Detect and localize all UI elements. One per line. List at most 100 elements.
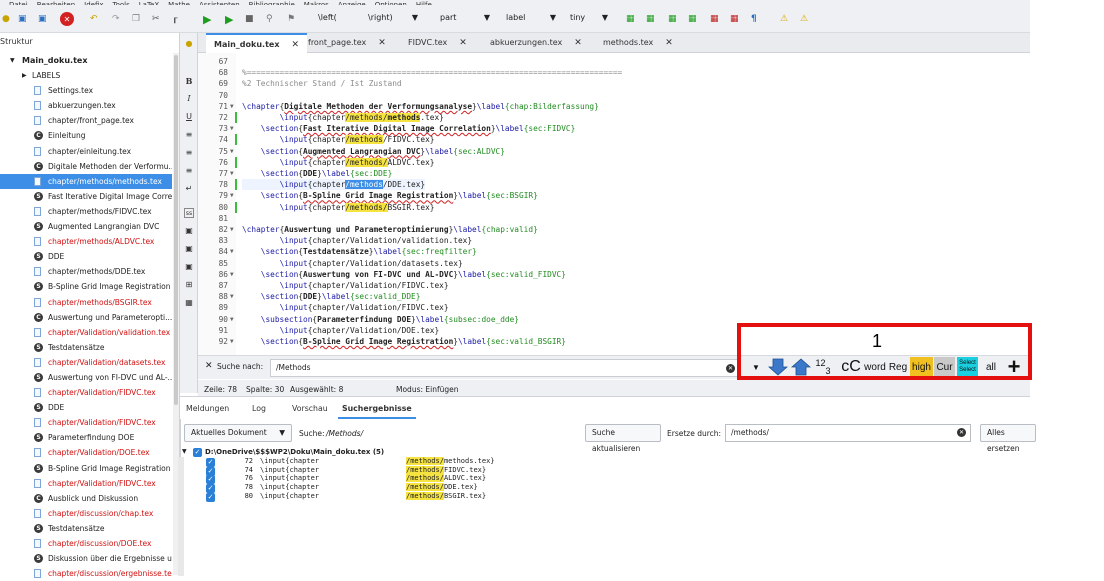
- table-delete-icon[interactable]: ▦: [710, 12, 719, 26]
- part-combo[interactable]: part ▼: [440, 13, 490, 25]
- result-checkbox[interactable]: ✓: [206, 475, 215, 485]
- tree-item[interactable]: S Fast Iterative Digital Image Corre...: [0, 189, 172, 204]
- replace-input[interactable]: /methods/ ✕: [725, 424, 971, 442]
- copy-icon[interactable]: ❐: [132, 12, 140, 26]
- tree-item[interactable]: S DDE: [0, 400, 172, 415]
- bold-icon[interactable]: B: [184, 76, 194, 86]
- table-cell-icon[interactable]: ▦: [688, 12, 697, 26]
- result-checkbox[interactable]: ✓: [206, 484, 215, 494]
- warning-icon[interactable]: ⚠: [780, 12, 788, 26]
- tree-item[interactable]: chapter/methods/FIDVC.tex: [0, 204, 172, 219]
- fold-icon[interactable]: ▼: [230, 248, 234, 255]
- find-input[interactable]: /Methods ✕: [270, 359, 740, 377]
- close-tab-icon[interactable]: ✕: [459, 38, 467, 48]
- table-delete-row-icon[interactable]: ▦: [730, 12, 739, 26]
- code-line[interactable]: \input{chapter/methods/BSGIR.tex}: [242, 202, 435, 213]
- code-line[interactable]: \subsection{Parameterfindung DOE}\label{…: [242, 314, 519, 325]
- view-pdf-icon[interactable]: ⚲: [266, 12, 273, 26]
- close-tab-icon[interactable]: ✕: [291, 40, 299, 50]
- result-checkbox[interactable]: ✓: [206, 466, 215, 476]
- tree-item[interactable]: chapter/Validation/DOE.tex: [0, 445, 172, 460]
- size-combo[interactable]: tiny ▼: [570, 13, 608, 25]
- result-row[interactable]: 74 \input{chapter/methods/FIDVC.tex}: [228, 465, 486, 475]
- code-line[interactable]: \input{chapter/methods/DDE.tex}: [242, 179, 426, 191]
- code-line[interactable]: \input{chapter/methods/FIDVC.tex}: [242, 134, 435, 145]
- tree-item[interactable]: C Digitale Methoden der Verformu...: [0, 159, 172, 174]
- code-line[interactable]: \input{chapter/Validation/DOE.tex}: [242, 325, 440, 336]
- result-checkbox[interactable]: ✓: [206, 458, 215, 467]
- refresh-search-button[interactable]: Suche aktualisieren: [585, 424, 661, 453]
- code-line[interactable]: \section{B-Spline Grid Image Registratio…: [242, 336, 566, 347]
- code-line[interactable]: \section{DDE}\label{sec:DDE}: [242, 168, 392, 179]
- clear-find-icon[interactable]: ✕: [726, 364, 735, 373]
- tree-item[interactable]: S Testdatensätze: [0, 521, 172, 536]
- underline-icon[interactable]: U: [184, 112, 194, 122]
- tree-item[interactable]: abkuerzungen.tex: [0, 98, 172, 113]
- close-tab-icon[interactable]: ✕: [665, 38, 673, 48]
- tree-item[interactable]: chapter/methods/BSGIR.tex: [0, 295, 172, 310]
- tree-item[interactable]: Settings.tex: [0, 83, 172, 98]
- code-line[interactable]: \section{B-Spline Grid Image Registratio…: [242, 190, 538, 201]
- tree-item[interactable]: chapter/einleitung.tex: [0, 144, 172, 159]
- bookmark-icon[interactable]: ⚑: [287, 12, 295, 26]
- small-caps-icon[interactable]: ss: [184, 208, 194, 218]
- tree-item[interactable]: S Diskussion über die Ergebnisse u...: [0, 551, 172, 566]
- tree-item[interactable]: chapter/Validation/datasets.tex: [0, 355, 172, 370]
- fold-icon[interactable]: ▼: [230, 338, 234, 345]
- paragraph-icon[interactable]: ¶: [751, 12, 757, 26]
- fold-icon[interactable]: ▼: [230, 226, 234, 233]
- tree-item[interactable]: C Einleitung: [0, 128, 172, 143]
- align-left-icon[interactable]: ≡: [184, 130, 194, 140]
- code-line[interactable]: \input{chapter/Validation/validation.tex…: [242, 235, 472, 246]
- table-icon[interactable]: ▦: [626, 12, 635, 26]
- tab-main-doku[interactable]: Main_doku.tex ✕: [206, 33, 308, 53]
- result-row[interactable]: 72 \input{chapter/methods/methods.tex}: [228, 457, 495, 466]
- warning-all-icon[interactable]: ⚠: [800, 12, 808, 26]
- compile-icon[interactable]: ▶: [225, 12, 233, 26]
- code-line[interactable]: %2 Technischer Stand / Ist Zustand: [242, 78, 402, 89]
- file-checkbox[interactable]: ✓: [193, 448, 202, 457]
- tree-item[interactable]: C Auswertung und Parameteropti...: [0, 310, 172, 325]
- bottom-tab-meldungen[interactable]: Meldungen: [186, 399, 229, 419]
- tree-item[interactable]: S Testdatensätze: [0, 340, 172, 355]
- result-row[interactable]: 76 \input{chapter/methods/ALDVC.tex}: [228, 474, 486, 483]
- fold-icon[interactable]: ▼: [230, 125, 234, 132]
- tree-item[interactable]: chapter/methods/methods.tex: [0, 173, 172, 189]
- tree-item[interactable]: ▼ Main_doku.tex: [0, 53, 172, 68]
- code-editor[interactable]: 67 68 69 70 71 ▼ 72 73 ▼ 74 75 ▼ 76 77 ▼ 78 79 ▼ 80 81 82 ▼ 83…: [198, 53, 1030, 355]
- code-line[interactable]: %=======================================…: [242, 67, 622, 78]
- close-find-icon[interactable]: ✕: [205, 361, 213, 371]
- save-all-icon[interactable]: ▣: [38, 12, 47, 26]
- fold-icon[interactable]: ▼: [230, 148, 234, 155]
- pin-icon[interactable]: ●: [184, 39, 194, 49]
- bottom-tab-log[interactable]: Log: [252, 399, 266, 419]
- close-tab-icon[interactable]: ✕: [378, 38, 386, 48]
- italic-icon[interactable]: I: [184, 94, 194, 104]
- tree-item[interactable]: S B-Spline Grid Image Registration: [0, 279, 172, 294]
- align-right-icon[interactable]: ≡: [184, 166, 194, 176]
- tree-item[interactable]: S DDE: [0, 249, 172, 264]
- tree-item[interactable]: S Parameterfindung DOE: [0, 430, 172, 445]
- code-line[interactable]: \input{chapter/Validation/FIDVC.tex}: [242, 280, 449, 291]
- collapse-icon[interactable]: ▼: [182, 448, 187, 455]
- matrix-icon[interactable]: ▦: [184, 298, 194, 308]
- fold-icon[interactable]: ▼: [230, 316, 234, 323]
- newline-icon[interactable]: ↵: [184, 184, 194, 194]
- greek-icon[interactable]: ▣: [184, 244, 194, 254]
- tree-item[interactable]: chapter/discussion/chap.tex: [0, 506, 172, 521]
- scrollbar-thumb[interactable]: [174, 55, 178, 405]
- new-file-icon[interactable]: ●: [2, 12, 10, 26]
- paste-icon[interactable]: ┎: [172, 12, 177, 26]
- tab-abkuerzungen[interactable]: abkuerzungen.tex ✕: [490, 33, 582, 53]
- result-row[interactable]: 80 \input{chapter/methods/BSGIR.tex}: [228, 491, 486, 501]
- code-line[interactable]: \input{chapter/Validation/datasets.tex}: [242, 258, 463, 269]
- code-line[interactable]: \section{DDE}\label{sec:valid_DDE}: [242, 291, 421, 302]
- right-delim-combo[interactable]: \right) ▼: [368, 13, 418, 25]
- undo-icon[interactable]: ↶: [90, 12, 98, 26]
- code-line[interactable]: \chapter{Digitale Methoden der Verformun…: [242, 101, 599, 112]
- cut-icon[interactable]: ✂: [152, 12, 160, 26]
- tree-item[interactable]: C Ausblick und Diskussion: [0, 491, 172, 506]
- fold-icon[interactable]: ▼: [230, 170, 234, 177]
- tree-item[interactable]: S Auswertung von FI-DVC und AL-...: [0, 370, 172, 385]
- stop-icon[interactable]: ■: [245, 12, 254, 26]
